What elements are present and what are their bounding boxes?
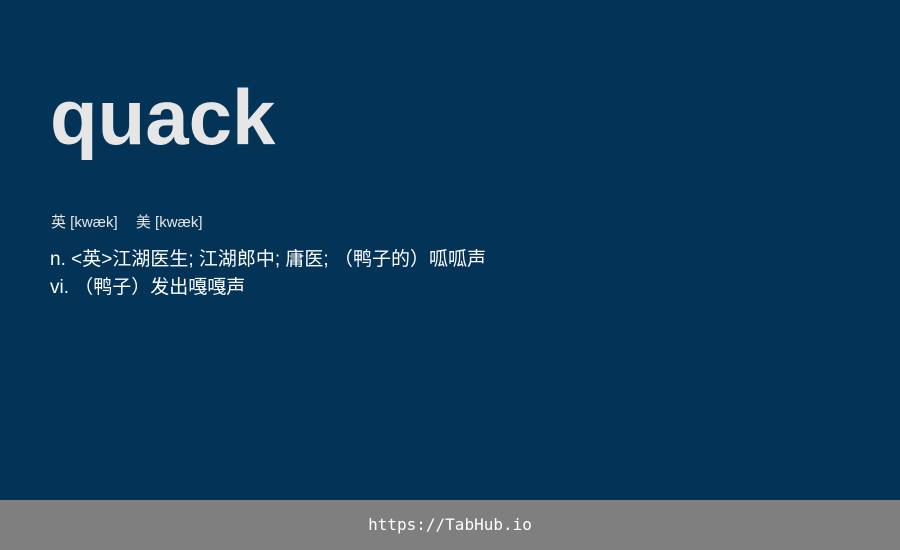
- definition-verb: vi. （鸭子）发出嘎嘎声: [50, 277, 246, 298]
- footer-link[interactable]: https://TabHub.io: [0, 514, 900, 536]
- phonetics-row: 英 [kwæk] 美 [kwæk]: [51, 213, 203, 233]
- definition-noun: n. <英>江湖医生; 江湖郎中; 庸医; （鸭子的）呱呱声: [50, 249, 486, 270]
- phonetic-uk: 英 [kwæk]: [51, 214, 118, 231]
- definitions-list: n. <英>江湖医生; 江湖郎中; 庸医; （鸭子的）呱呱声 vi. （鸭子）发…: [50, 246, 486, 302]
- headword: quack: [50, 73, 276, 161]
- word-card: quack 英 [kwæk] 美 [kwæk] n. <英>江湖医生; 江湖郎中…: [0, 0, 900, 500]
- footer-bar: https://TabHub.io: [0, 500, 900, 550]
- phonetic-us: 美 [kwæk]: [135, 214, 203, 231]
